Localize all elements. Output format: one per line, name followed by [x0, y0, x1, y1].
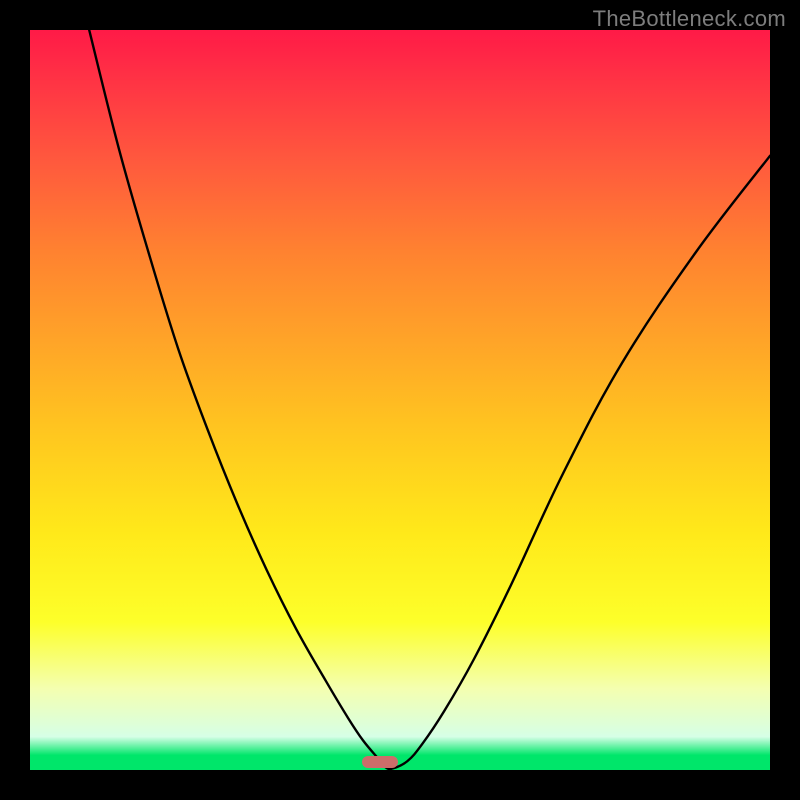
minimum-marker: [362, 756, 398, 768]
curve-path: [89, 30, 770, 769]
bottleneck-curve: [30, 30, 770, 770]
plot-area: [30, 30, 770, 770]
watermark-label: TheBottleneck.com: [593, 6, 786, 32]
chart-stage: TheBottleneck.com: [0, 0, 800, 800]
